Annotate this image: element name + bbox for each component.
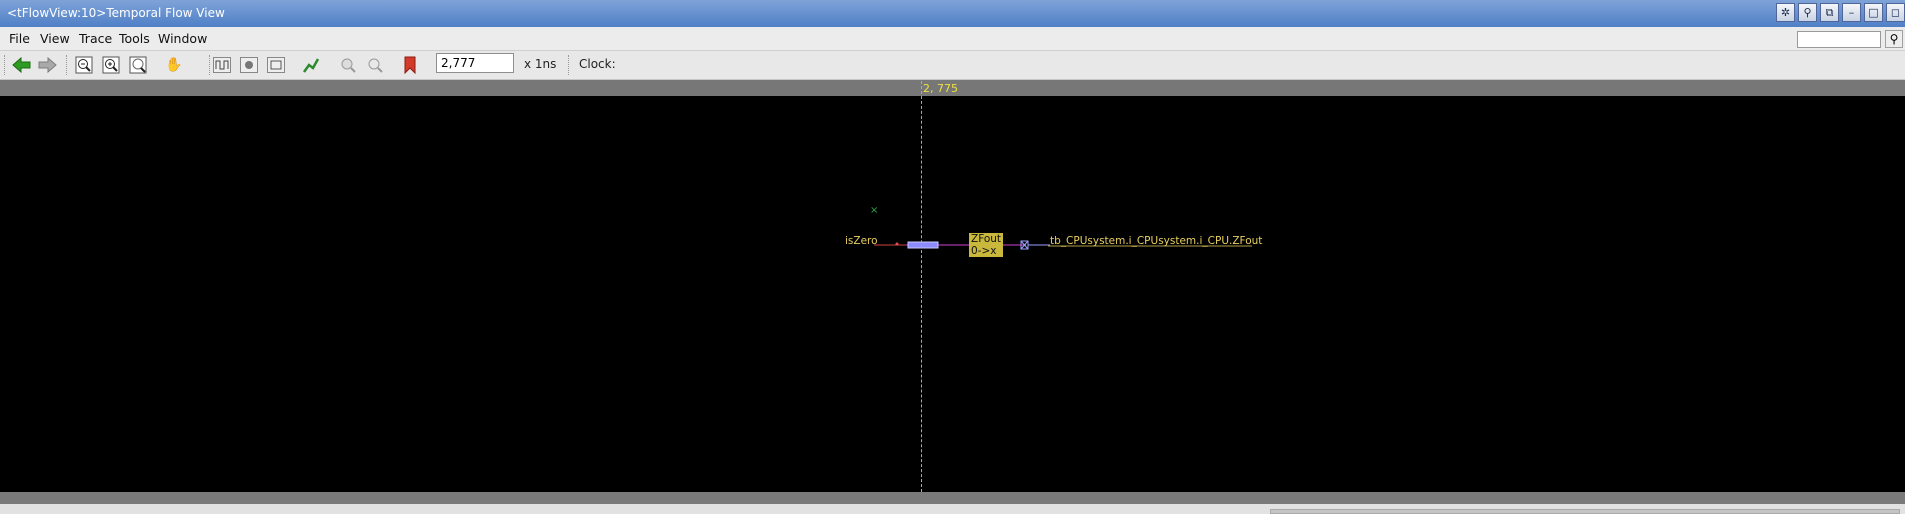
settings-icon[interactable]: ✲: [1776, 3, 1795, 22]
back-arrow-icon[interactable]: [10, 54, 32, 76]
pin-icon[interactable]: ⚲: [1798, 3, 1817, 22]
search-icon[interactable]: [364, 54, 386, 76]
forward-arrow-icon[interactable]: [37, 54, 59, 76]
undock-icon[interactable]: ⧉: [1820, 3, 1839, 22]
schematic-icon[interactable]: [238, 54, 260, 76]
x-marker: ×: [870, 205, 878, 216]
maximize-icon[interactable]: □: [1864, 3, 1883, 22]
zoom-fit-icon[interactable]: [337, 54, 359, 76]
right-signal-label[interactable]: tb_CPUsystem.i_CPUsystem.i_CPU.ZFout: [1050, 235, 1262, 247]
time-unit-label: x 1ns: [524, 57, 557, 71]
zoom-out-icon[interactable]: [73, 54, 95, 76]
flow-node[interactable]: ZFout 0->x: [969, 233, 1004, 257]
close-icon[interactable]: ◻: [1886, 3, 1905, 22]
transition-bar: [907, 241, 939, 249]
cursor-time-label: 2, 775: [923, 82, 958, 95]
menu-window[interactable]: Window: [158, 31, 207, 46]
pan-hand-icon[interactable]: ✋: [163, 54, 185, 76]
menu-view[interactable]: View: [40, 31, 70, 46]
bookmark-icon[interactable]: [399, 54, 421, 76]
zoom-100-icon[interactable]: [127, 54, 149, 76]
left-signal-label[interactable]: isZero: [845, 235, 878, 247]
wire-dot: [895, 242, 899, 246]
clock-label: Clock:: [579, 57, 616, 71]
waveform-icon[interactable]: [211, 54, 233, 76]
flow-canvas[interactable]: × isZero ZFout 0->x tb_CPUsystem.i_CPUsy…: [0, 96, 1905, 492]
trace-icon[interactable]: [300, 54, 322, 76]
source-icon[interactable]: [265, 54, 287, 76]
window-controls: ✲ ⚲ ⧉ – □ ◻: [1776, 3, 1905, 24]
toolbar-grip: [66, 55, 70, 75]
menu-bar: File View Trace Tools Window: [0, 27, 1905, 51]
toolbar-grip: [568, 55, 572, 75]
window-title: <tFlowView:10>Temporal Flow View: [7, 6, 225, 20]
bottom-ruler: [0, 492, 1905, 504]
search-input[interactable]: [1797, 31, 1881, 48]
title-bar: <tFlowView:10>Temporal Flow View ✲ ⚲ ⧉ –…: [0, 0, 1905, 27]
time-input[interactable]: 2,777: [436, 53, 514, 73]
menu-tools[interactable]: Tools: [119, 31, 150, 46]
search-icon[interactable]: ⚲: [1885, 30, 1903, 48]
menu-trace[interactable]: Trace: [79, 31, 112, 46]
toolbar: ✋: [0, 51, 1905, 80]
node-name: ZFout: [971, 233, 1002, 245]
toolbar-grip: [4, 55, 8, 75]
flow-diagram: ×: [870, 205, 1252, 250]
minimize-icon[interactable]: –: [1842, 3, 1861, 22]
zoom-in-icon[interactable]: [100, 54, 122, 76]
node-transition: 0->x: [971, 245, 997, 257]
horizontal-scrollbar[interactable]: [1270, 509, 1900, 514]
menu-file[interactable]: File: [9, 31, 30, 46]
time-cursor-line[interactable]: [921, 81, 922, 492]
